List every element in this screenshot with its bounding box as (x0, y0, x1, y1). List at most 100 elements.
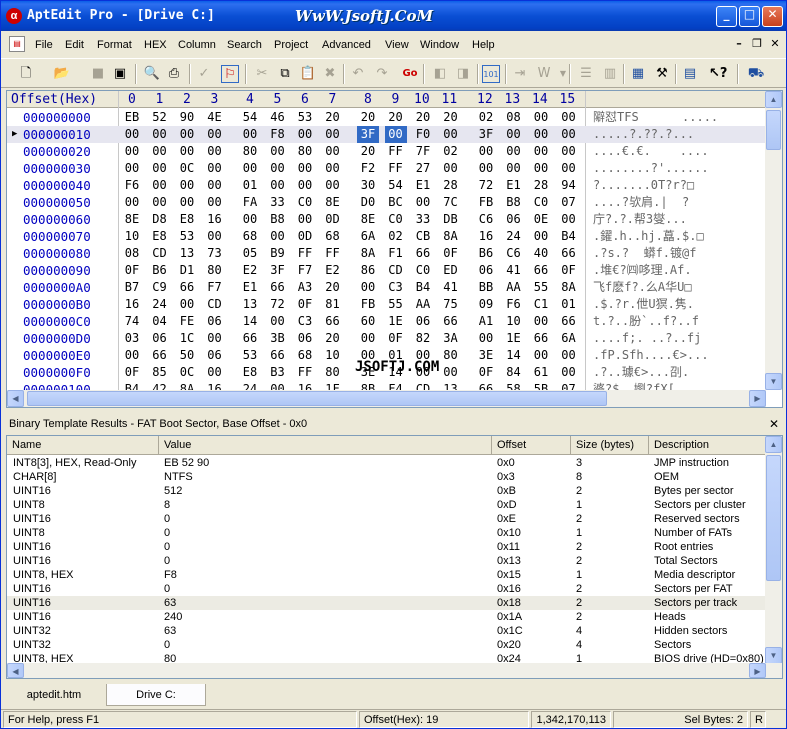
hex-row[interactable]: 000000080 08 CD 13 73 05 B9 FF FF 8A F1 66 0F B6 C6 40 6… (7, 245, 766, 262)
hex-byte[interactable]: D1 (176, 262, 198, 279)
hex-byte[interactable]: B3 (267, 364, 289, 381)
hex-hscroll-thumb[interactable] (27, 391, 607, 406)
scroll-left-icon[interactable]: ◀ (7, 390, 24, 407)
title-bar[interactable]: α AptEdit Pro - [Drive C:] WwW.JsoftJ.Co… (1, 1, 786, 31)
hex-vertical-scrollbar[interactable]: ▲ ▼ (765, 91, 782, 390)
hex-byte[interactable]: 0F (558, 262, 580, 279)
hex-byte[interactable]: 02 (385, 228, 407, 245)
ascii-text[interactable]: 隦怼TFS ..... (593, 109, 763, 126)
hex-byte[interactable]: 61 (530, 364, 552, 381)
table-vertical-scrollbar[interactable]: ▲ ▼ (765, 436, 782, 664)
hex-byte[interactable]: 5B (530, 381, 552, 390)
hex-byte[interactable]: 00 (204, 177, 226, 194)
hex-byte[interactable]: 00 (267, 177, 289, 194)
hex-byte[interactable]: 66 (149, 347, 171, 364)
hex-byte[interactable]: 80 (239, 143, 261, 160)
column-mode-icon[interactable]: ▥ (601, 65, 619, 83)
hex-byte[interactable]: 8A (558, 279, 580, 296)
hex-byte[interactable]: 52 (149, 109, 171, 126)
hex-byte[interactable]: 0F (475, 364, 497, 381)
hex-byte[interactable]: 00 (322, 177, 344, 194)
hex-byte[interactable]: 0F (121, 262, 143, 279)
hex-byte[interactable]: CD (385, 262, 407, 279)
hex-byte[interactable]: F2 (357, 160, 379, 177)
hex-byte[interactable]: 14 (503, 347, 525, 364)
hex-byte[interactable]: 3F (357, 126, 379, 143)
hex-byte[interactable]: 66 (440, 313, 462, 330)
hex-byte[interactable]: 6A (357, 228, 379, 245)
binary-template-icon[interactable]: ⚐ (221, 65, 239, 83)
hex-row[interactable]: ▶ 000000010 00 00 00 00 00 F8 00 00 3F 00 F0 00 3F 00 00… (7, 126, 766, 143)
hex-byte[interactable]: 04 (149, 313, 171, 330)
hex-byte[interactable]: 00 (357, 279, 379, 296)
hex-byte[interactable]: 3F (267, 262, 289, 279)
hex-byte[interactable]: 0D (294, 228, 316, 245)
hex-byte[interactable]: 84 (503, 364, 525, 381)
hex-byte[interactable]: 00 (558, 347, 580, 364)
mdi-close-button[interactable]: ✕ (767, 36, 783, 52)
ascii-text[interactable]: 碆?$..嬼?fX[. (593, 381, 763, 390)
hex-byte[interactable]: 80 (440, 347, 462, 364)
hex-byte[interactable]: 28 (530, 177, 552, 194)
hex-byte[interactable]: 00 (475, 330, 497, 347)
hex-byte[interactable]: 00 (558, 109, 580, 126)
hex-byte[interactable]: 1C (176, 330, 198, 347)
hex-byte[interactable]: A3 (294, 279, 316, 296)
hex-byte[interactable]: EB (121, 109, 143, 126)
hex-byte[interactable]: F7 (204, 279, 226, 296)
hex-horizontal-scrollbar[interactable]: ◀ ▶ (7, 390, 766, 407)
hex-byte[interactable]: 00 (176, 296, 198, 313)
app-icon[interactable]: α (6, 8, 22, 24)
hex-byte[interactable]: 09 (475, 296, 497, 313)
ascii-text[interactable]: t.?..肦`..f?..f (593, 313, 763, 330)
hex-byte[interactable]: 07 (558, 194, 580, 211)
hex-byte[interactable]: CD (412, 381, 434, 390)
column-header-description[interactable]: Description (649, 436, 766, 455)
hex-byte[interactable]: 00 (121, 126, 143, 143)
hex-byte[interactable]: 06 (204, 313, 226, 330)
indent-icon[interactable]: ⇥ (511, 65, 529, 83)
hex-byte[interactable]: 66 (267, 279, 289, 296)
hex-byte[interactable]: 00 (149, 194, 171, 211)
word-wrap-icon[interactable]: W (535, 65, 553, 83)
ascii-text[interactable]: ........?'...... (593, 160, 763, 177)
hex-byte[interactable]: C0 (412, 262, 434, 279)
redo-icon[interactable]: ↷ (373, 65, 391, 83)
menu-file[interactable]: File (35, 34, 53, 56)
hex-byte[interactable]: 00 (558, 364, 580, 381)
hex-byte[interactable]: 00 (267, 313, 289, 330)
window-layout-icon[interactable]: ▦ (629, 65, 647, 83)
minimize-button[interactable]: _ (716, 6, 737, 27)
hex-byte[interactable]: 20 (440, 109, 462, 126)
hex-row[interactable]: 0000000D0 03 06 1C 00 66 3B 06 20 00 0F 82 3A 00 1E 66 6… (7, 330, 766, 347)
hex-byte[interactable]: B8 (267, 211, 289, 228)
hex-byte[interactable]: C3 (294, 313, 316, 330)
hex-byte[interactable]: 13 (440, 381, 462, 390)
hex-byte[interactable]: 80 (204, 262, 226, 279)
hex-byte[interactable]: 00 (267, 381, 289, 390)
document-icon[interactable]: ▤ (9, 36, 25, 52)
hex-byte[interactable]: FA (239, 194, 261, 211)
hex-byte[interactable]: 00 (530, 160, 552, 177)
hex-byte[interactable]: 00 (440, 126, 462, 143)
table-scroll-thumb[interactable] (766, 455, 781, 581)
project-icon[interactable]: ⛟ (747, 65, 765, 83)
hex-byte[interactable]: 00 (412, 194, 434, 211)
hex-byte[interactable]: 54 (239, 109, 261, 126)
ascii-text[interactable]: ....?欤肩.| ? (593, 194, 763, 211)
hex-byte[interactable]: 00 (121, 347, 143, 364)
hex-rows[interactable]: 000000000 EB 52 90 4E 54 46 53 20 20 20 20 20 02 08 00 0… (7, 109, 766, 390)
hex-byte[interactable]: 00 (530, 143, 552, 160)
hex-byte[interactable]: 00 (294, 160, 316, 177)
hex-byte[interactable]: 60 (357, 313, 379, 330)
menu-search[interactable]: Search (227, 34, 262, 56)
hex-byte[interactable]: 13 (176, 245, 198, 262)
table-row[interactable]: UINT8, HEX F8 0x15 1 Media descriptor (7, 568, 766, 582)
hex-byte[interactable]: 00 (149, 177, 171, 194)
hex-byte[interactable]: 02 (475, 109, 497, 126)
ascii-text[interactable]: 庁?.?.帮3燮... (593, 211, 763, 228)
template-results-table[interactable]: Name Value Offset Size (bytes) Descripti… (6, 435, 783, 679)
hex-byte[interactable]: 00 (294, 177, 316, 194)
hex-byte[interactable]: 00 (204, 160, 226, 177)
hex-byte[interactable]: 3F (475, 126, 497, 143)
